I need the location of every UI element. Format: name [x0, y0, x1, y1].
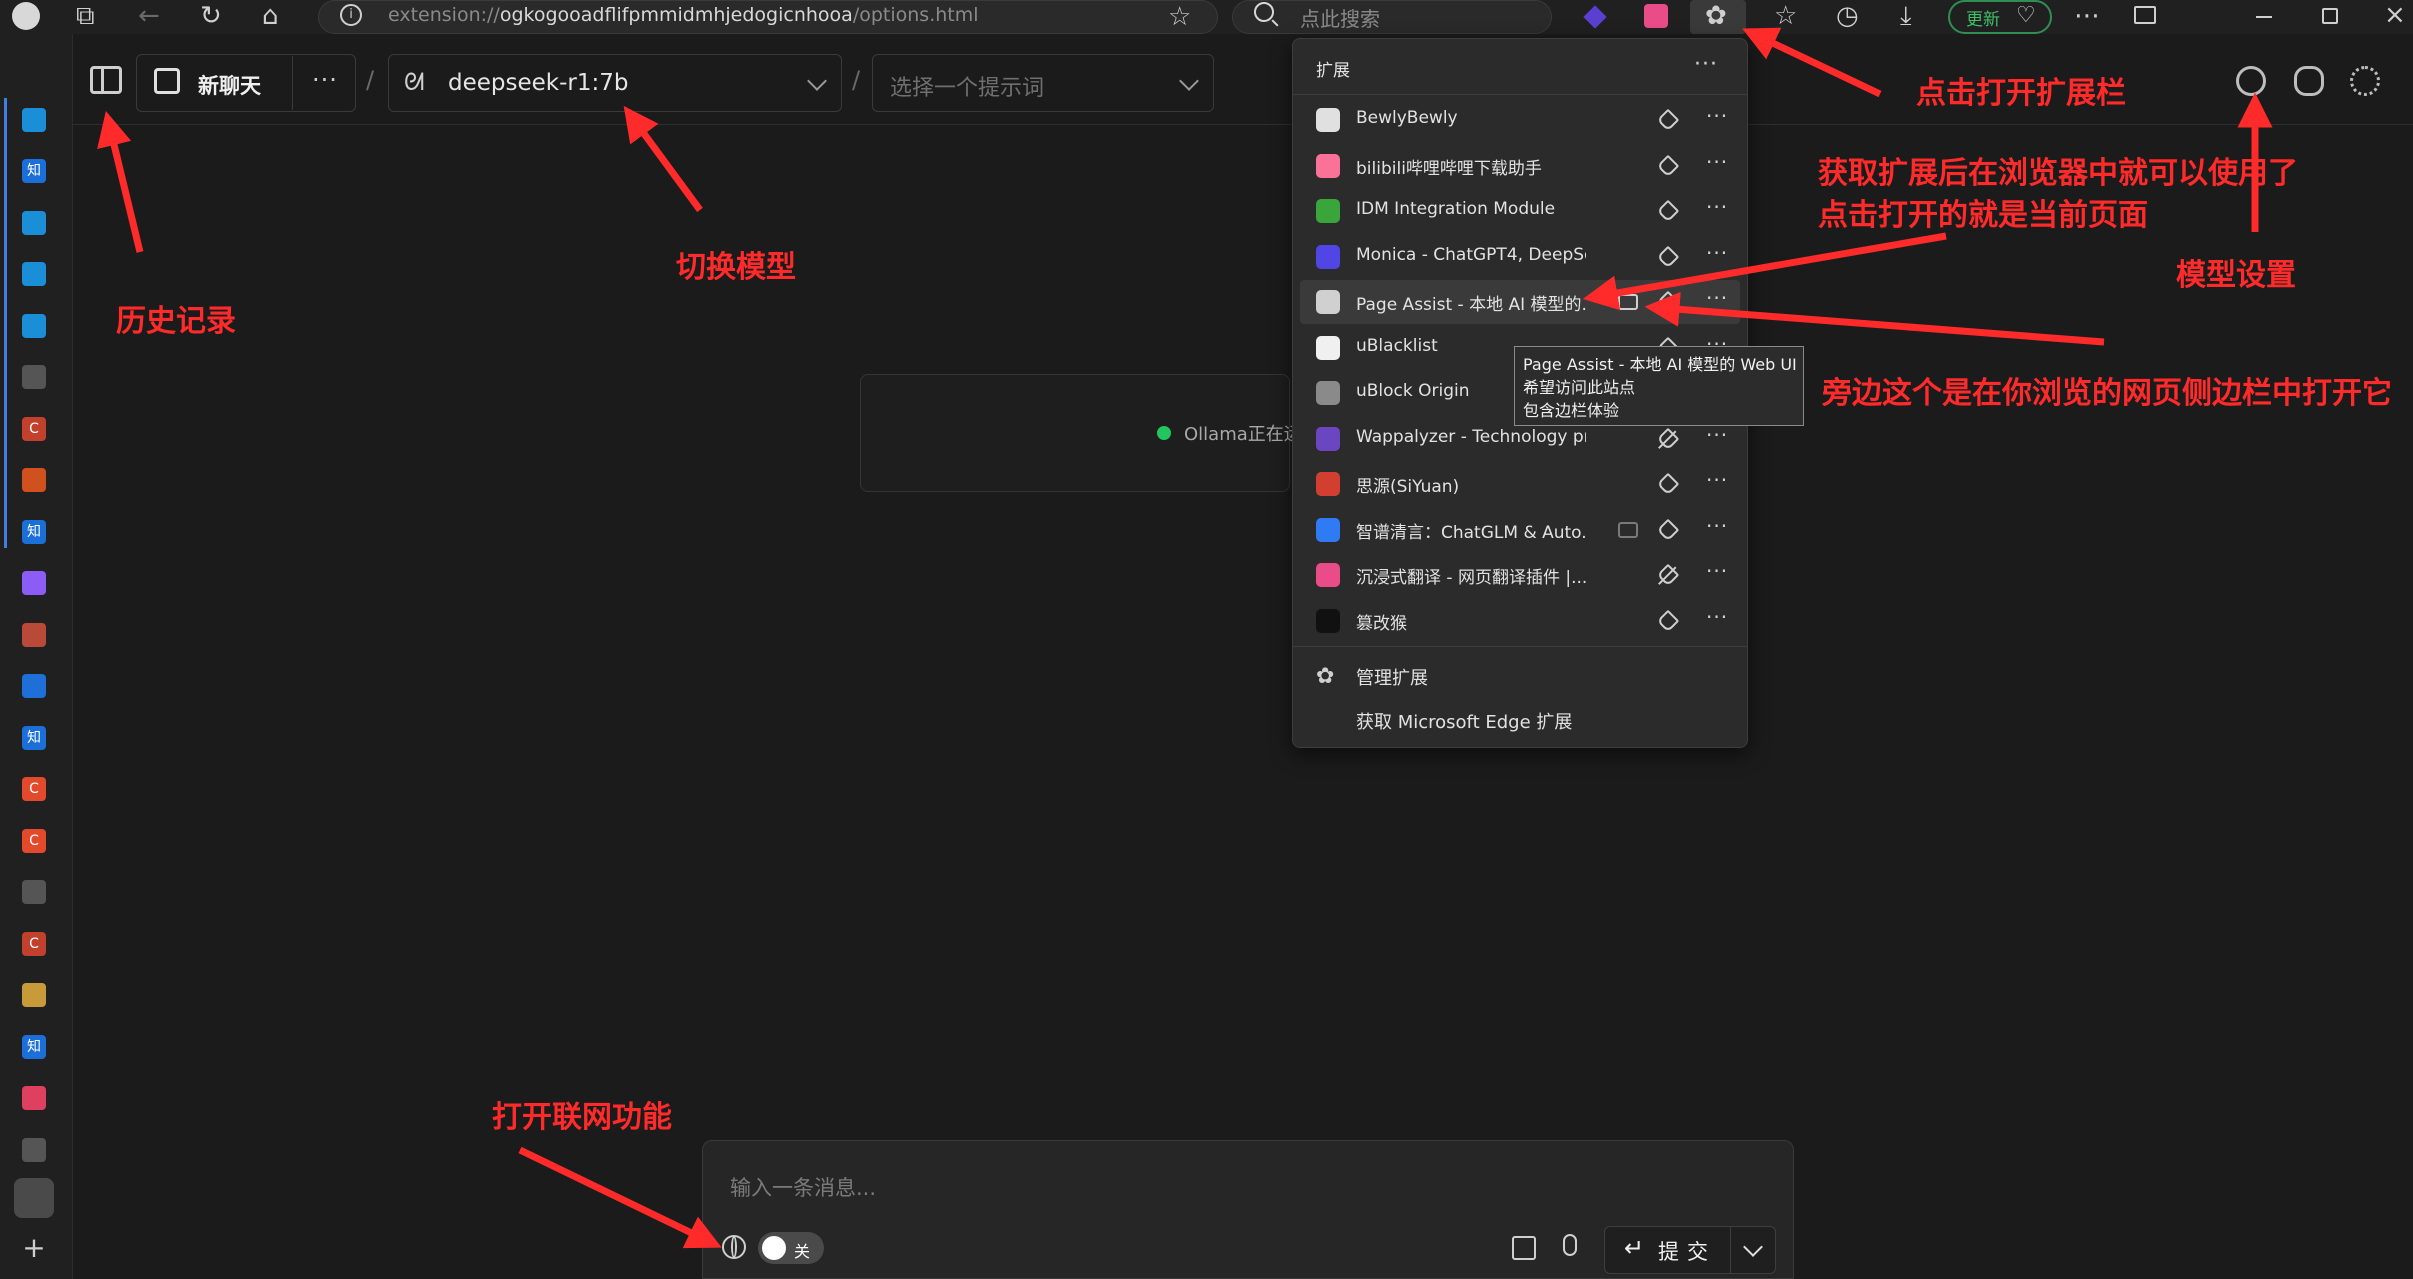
annotation-open-extensions: 点击打开扩展栏 [1916, 76, 2126, 111]
annotation-switch-model: 切换模型 [676, 250, 796, 285]
annotation-get-extension-2: 点击打开的就是当前页面 [1818, 198, 2148, 233]
annotation-sidebar-note: 旁边这个是在你浏览的网页侧边栏中打开它 [1822, 376, 2392, 411]
arrow-extensions [1742, 27, 1882, 98]
annotation-get-extension-1: 获取扩展后在浏览器中就可以使用了 [1818, 156, 2298, 191]
arrow-web-search [518, 1146, 722, 1249]
annotation-model-settings: 模型设置 [2176, 258, 2296, 293]
arrow-sidebar [1644, 291, 2105, 346]
annotation-history: 历史记录 [116, 304, 236, 339]
annotation-web-search: 打开联网功能 [492, 1100, 672, 1135]
arrow-history [97, 110, 144, 253]
arrow-page-assist [1582, 232, 1947, 311]
arrow-model [623, 105, 703, 213]
